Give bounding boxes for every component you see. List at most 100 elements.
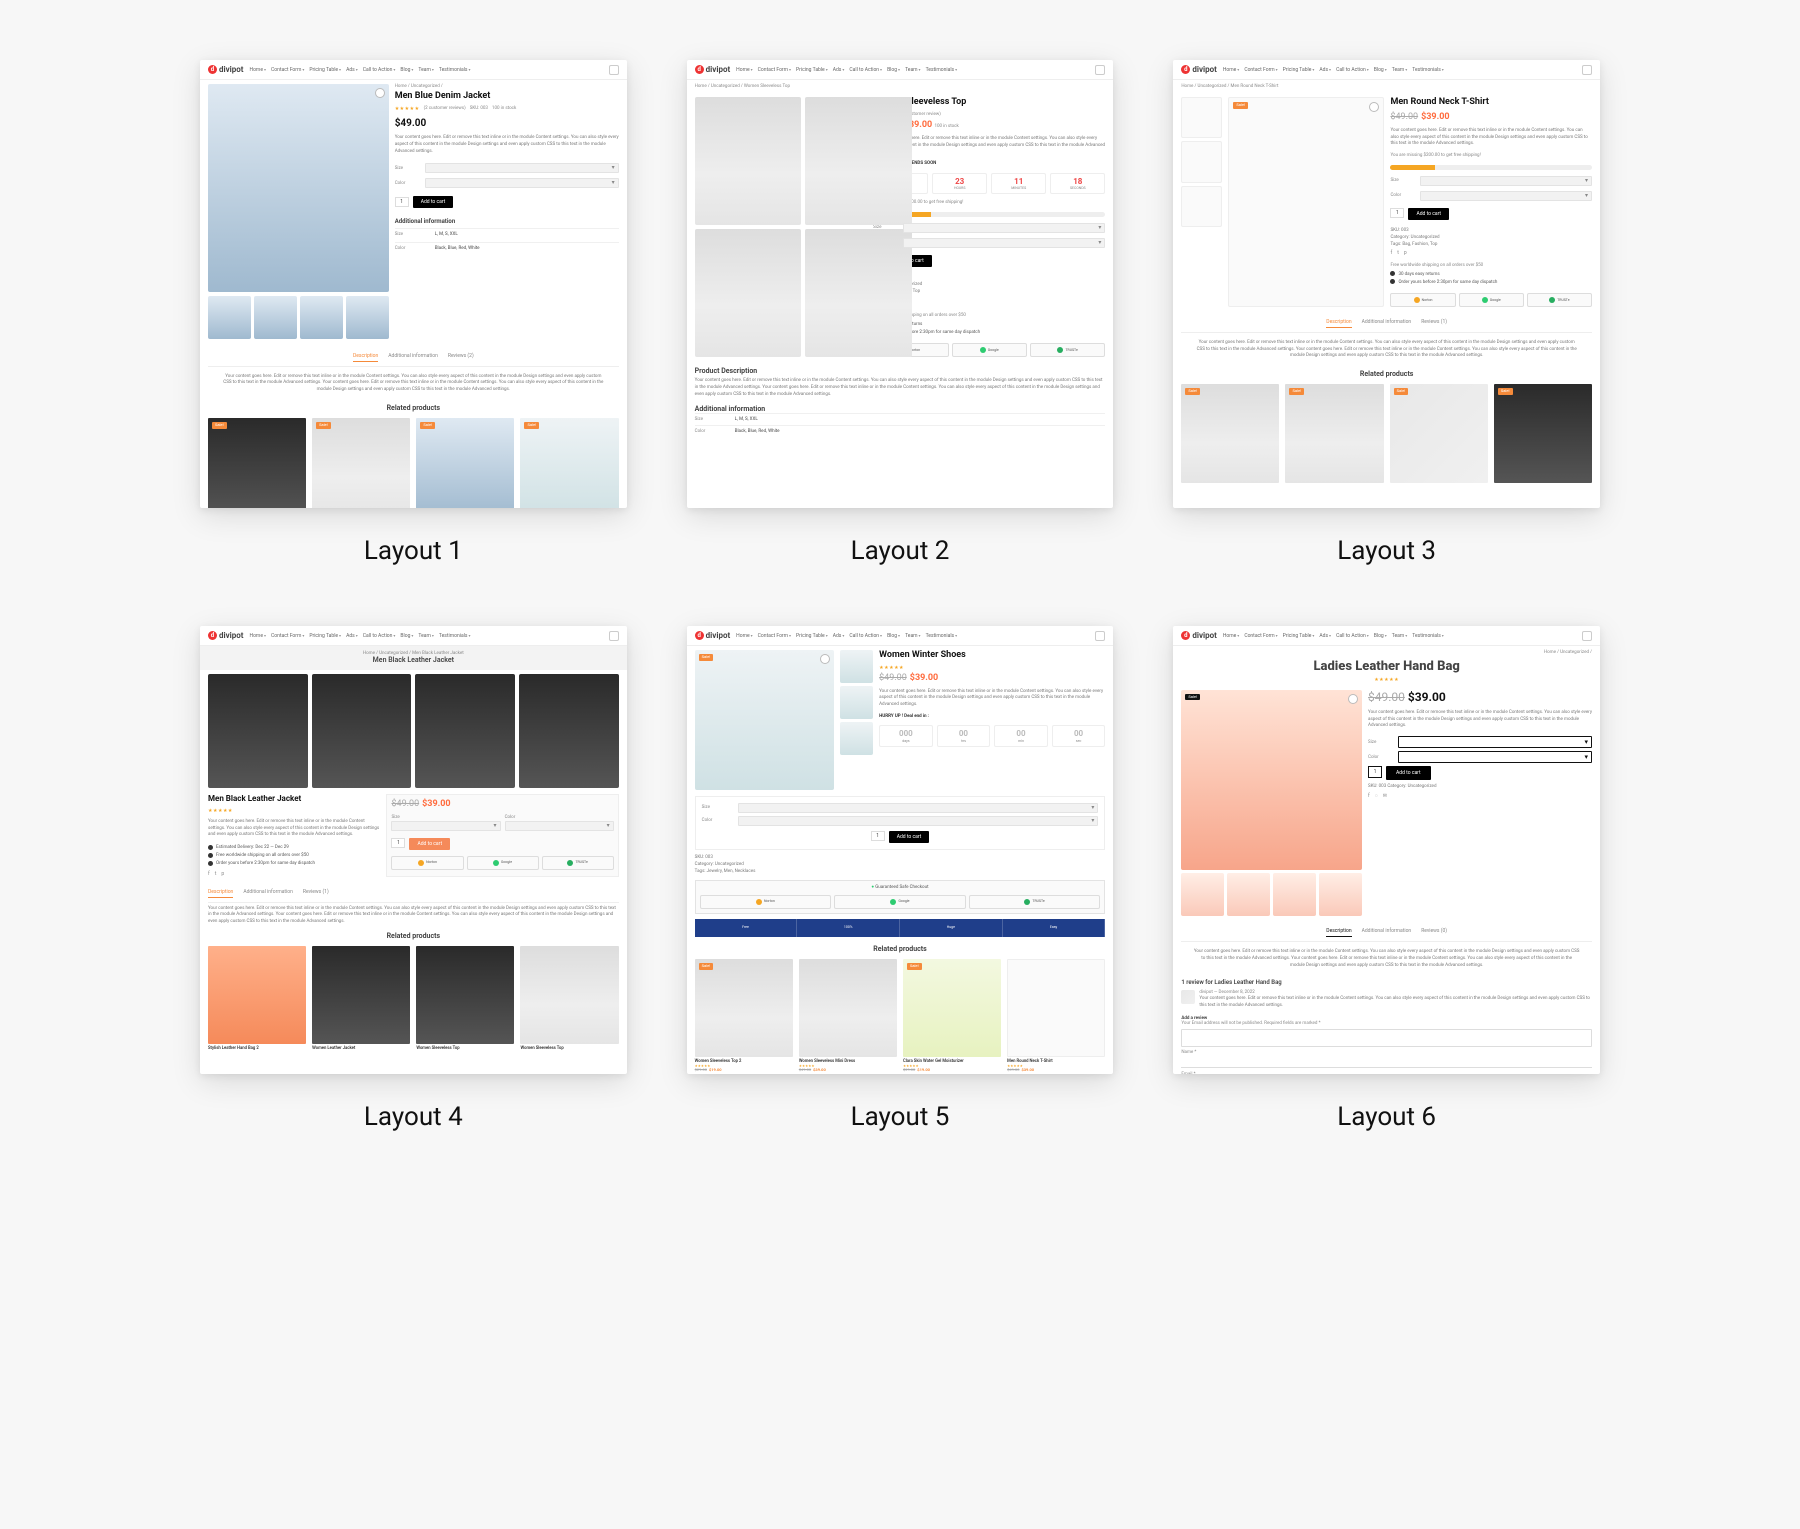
zoom-icon[interactable] [375,88,385,98]
product-main-image[interactable]: Sale! [1228,97,1384,306]
color-select[interactable] [1398,751,1592,763]
zoom-icon[interactable] [820,654,830,664]
qty-input[interactable]: 1 [391,838,405,848]
twitter-icon[interactable]: t [1397,250,1399,256]
facebook-icon[interactable]: f [1390,250,1392,256]
nav-item[interactable]: Testimonials [439,633,471,639]
product-image[interactable] [519,674,619,789]
qty-input[interactable]: 1 [871,831,885,841]
breadcrumb[interactable]: Home / Uncategorized / Men Round Neck T-… [1173,80,1600,93]
nav-item[interactable]: Contact Form [1244,633,1277,639]
logo[interactable]: ddivipot [208,65,244,75]
product-thumb[interactable] [346,296,389,339]
nav-item[interactable]: Home [1223,633,1239,639]
pinterest-icon[interactable]: p [1404,250,1407,256]
product-main-image[interactable]: Sale! [695,650,835,790]
nav-item[interactable]: Contact Form [758,633,791,639]
product-main-image[interactable] [208,84,389,292]
color-select[interactable] [1420,191,1592,201]
product-thumb[interactable] [1227,873,1270,916]
add-to-cart-button[interactable]: Add to cart [409,838,450,850]
nav-item[interactable]: Call to Action [363,67,396,73]
nav-item[interactable]: Pricing Table [309,633,341,639]
nav-item[interactable]: Testimonials [926,67,958,73]
nav-item[interactable]: Contact Form [1244,67,1277,73]
nav-item[interactable]: Contact Form [271,633,304,639]
facebook-icon[interactable]: f [208,871,210,877]
nav-item[interactable]: Pricing Table [1283,67,1315,73]
nav-item[interactable]: Pricing Table [309,67,341,73]
nav-item[interactable]: Home [736,67,752,73]
product-card[interactable]: Sale! Women Winter Shoes 2 ★★★★★ $49.00$… [520,418,618,508]
product-thumb[interactable] [1181,97,1222,138]
nav-item[interactable]: Testimonials [1412,633,1444,639]
color-select[interactable] [505,821,614,831]
product-image[interactable] [695,97,801,225]
cart-icon[interactable] [1095,65,1105,75]
add-to-cart-button[interactable]: Add to cart [1386,766,1431,780]
product-card[interactable]: Men Round Neck T-Shirt★★★★★$49.00$39.00 [1007,959,1105,1073]
logo[interactable]: ddivipot [695,631,731,641]
product-image[interactable] [695,229,801,357]
nav-item[interactable]: Call to Action [1336,633,1369,639]
product-thumb[interactable] [254,296,297,339]
nav-item[interactable]: Blog [400,633,413,639]
nav-item[interactable]: Ads [346,633,358,639]
instagram-icon[interactable]: ◌ [1375,793,1378,799]
logo[interactable]: ddivipot [1181,65,1217,75]
facebook-icon[interactable]: f [1368,793,1370,799]
tab-reviews[interactable]: Reviews (2) [448,353,474,362]
nav-item[interactable]: Ads [833,67,845,73]
tab-reviews[interactable]: Reviews (0) [1421,928,1447,937]
nav-item[interactable]: Blog [887,633,900,639]
product-card[interactable]: Women Leather Jacket [312,946,410,1051]
nav-item[interactable]: Team [905,633,921,639]
product-card[interactable]: Sale! [1390,384,1488,482]
zoom-icon[interactable] [1348,694,1358,704]
product-thumb[interactable] [1273,873,1316,916]
nav-item[interactable]: Ads [1319,633,1331,639]
product-card[interactable]: Women Sleeveless Top [520,946,618,1051]
product-thumb[interactable] [208,296,251,339]
product-thumb[interactable] [1181,873,1224,916]
nav-item[interactable]: Call to Action [849,67,882,73]
primary-nav[interactable]: HomeContact FormPricing TableAdsCall to … [250,633,471,639]
product-image[interactable] [415,674,515,789]
product-card[interactable]: Sale! [1181,384,1279,482]
nav-item[interactable]: Contact Form [271,67,304,73]
cart-icon[interactable] [1582,65,1592,75]
qty-input[interactable]: 1 [395,197,409,207]
color-select[interactable] [903,238,1105,248]
product-thumb[interactable] [300,296,343,339]
tab-description[interactable]: Description [208,889,233,898]
tab-description[interactable]: Description [1326,319,1351,328]
breadcrumb[interactable]: Home / Uncategorized / [1181,650,1592,655]
cart-icon[interactable] [609,631,619,641]
cart-icon[interactable] [609,65,619,75]
size-select[interactable] [1398,736,1592,748]
product-thumb[interactable] [840,650,873,683]
logo[interactable]: ddivipot [1181,631,1217,641]
nav-item[interactable]: Blog [400,67,413,73]
size-select[interactable] [738,803,1099,813]
primary-nav[interactable]: HomeContact FormPricing TableAdsCall to … [736,633,957,639]
size-select[interactable] [391,821,500,831]
size-select[interactable] [903,223,1105,233]
nav-item[interactable]: Testimonials [926,633,958,639]
product-thumb[interactable] [1181,141,1222,182]
product-card[interactable]: Sale! Men Blue Denim Jacket 2 ★★★★★ $49.… [416,418,514,508]
color-select[interactable] [425,178,619,188]
nav-item[interactable]: Blog [1374,67,1387,73]
nav-item[interactable]: Testimonials [439,67,471,73]
nav-item[interactable]: Blog [1374,633,1387,639]
qty-input[interactable]: 1 [1390,208,1404,218]
primary-nav[interactable]: HomeContact FormPricing TableAdsCall to … [1223,67,1444,73]
nav-item[interactable]: Home [250,67,266,73]
product-card[interactable]: Sale! Women Sleeveless Top ★★★★★ $29.00$… [312,418,410,508]
product-card[interactable]: Sale! Stylish Black Headphone ★★★★★ $49.… [208,418,306,508]
product-card[interactable]: Sale!Women Sleeveless Top 2★★★★★$29.00$1… [695,959,793,1073]
reviews-count[interactable]: (2 customer reviews) [424,106,466,111]
nav-item[interactable]: Pricing Table [1283,633,1315,639]
logo[interactable]: ddivipot [208,631,244,641]
zoom-icon[interactable] [1369,102,1379,112]
